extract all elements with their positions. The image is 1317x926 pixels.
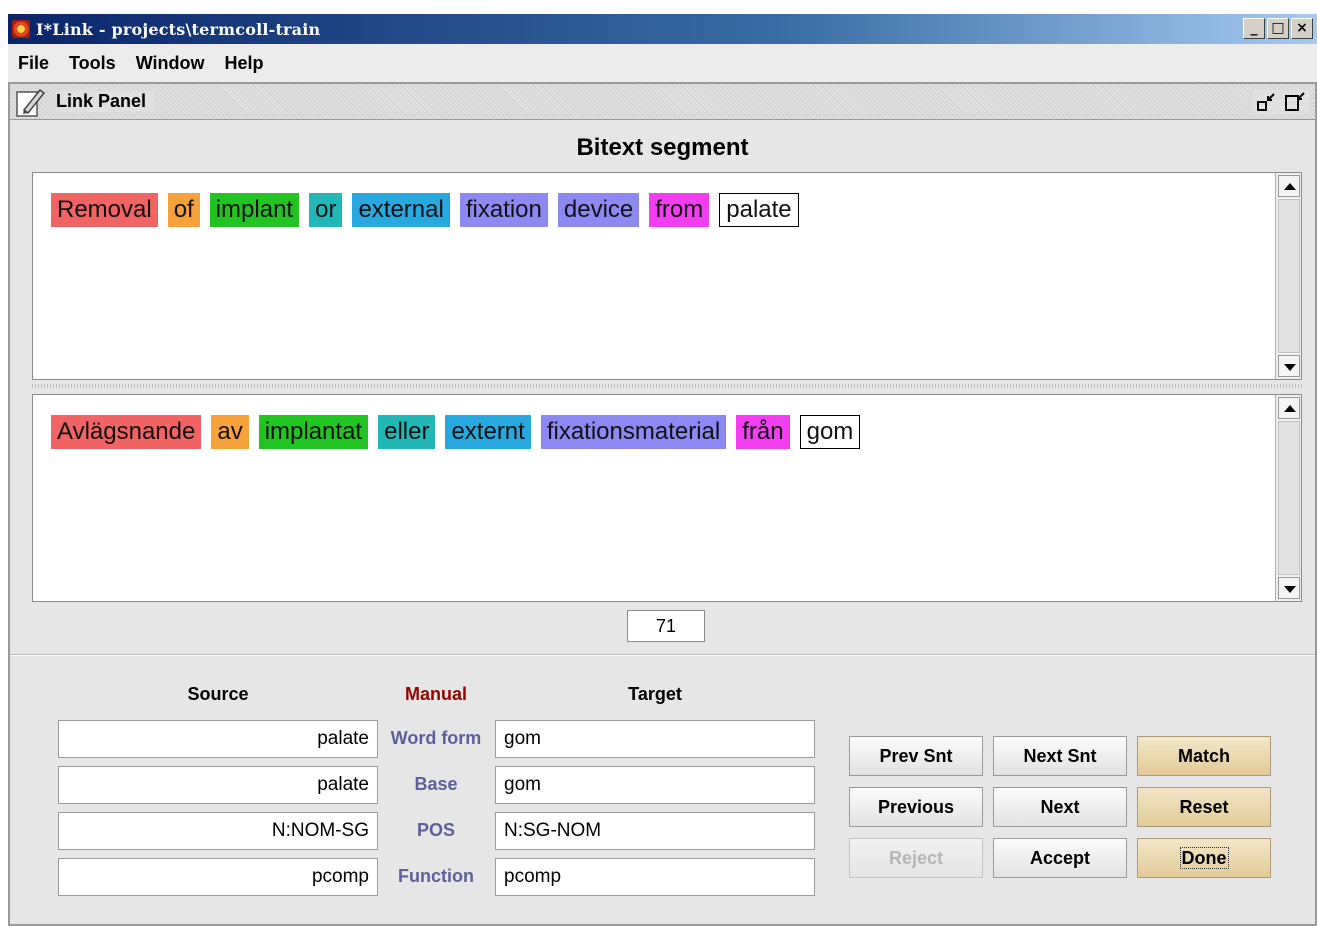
done-label: Done (1179, 847, 1229, 869)
target-word-form-field[interactable]: gom (495, 720, 815, 758)
app-icon (12, 20, 30, 38)
split-divider[interactable] (32, 384, 1302, 388)
target-function-field[interactable]: pcomp (495, 858, 815, 896)
window-controls: _ □ × (1243, 18, 1313, 39)
menu-tools[interactable]: Tools (69, 53, 116, 74)
source-token[interactable]: device (557, 193, 640, 227)
reset-button[interactable]: Reset (1137, 787, 1271, 827)
scroll-up-icon[interactable] (1278, 397, 1300, 419)
scroll-down-icon[interactable] (1278, 577, 1300, 599)
target-tokens: Avlägsnande av implantat eller externt fixati… (51, 415, 861, 449)
scroll-track[interactable] (1278, 199, 1300, 353)
link-panel-frame: Link Panel Bitext segment Removal of impla… (8, 82, 1317, 926)
scroll-track[interactable] (1278, 421, 1300, 575)
iconify-icon[interactable] (1257, 92, 1277, 112)
base-label: Base (414, 774, 458, 794)
dock-icon[interactable] (1285, 91, 1305, 112)
link-panel-title: Link Panel (56, 91, 155, 112)
source-word-form-field[interactable]: palate (58, 720, 378, 758)
source-scrollbar[interactable] (1275, 173, 1301, 379)
scroll-down-icon[interactable] (1278, 355, 1300, 377)
target-scrollbar[interactable] (1275, 395, 1301, 601)
pos-label: POS (416, 820, 455, 840)
target-pos-field[interactable]: N:SG-NOM (495, 812, 815, 850)
source-token[interactable]: implant (209, 193, 300, 227)
source-function-field[interactable]: pcomp (58, 858, 378, 896)
target-token[interactable]: externt (445, 415, 531, 449)
done-button[interactable]: Done (1137, 838, 1271, 878)
target-token[interactable]: Avlägsnande (51, 415, 202, 449)
accept-button[interactable]: Accept (993, 838, 1127, 878)
menu-file[interactable]: File (18, 53, 49, 74)
prev-snt-button[interactable]: Prev Snt (849, 736, 983, 776)
target-header: Target (628, 684, 682, 704)
section-divider (10, 654, 1315, 656)
source-token[interactable]: of (167, 193, 200, 227)
target-text-area[interactable]: Avlägsnande av implantat eller externt fixati… (32, 394, 1302, 602)
window-title: I*Link - projects\termcoll-train (36, 19, 321, 39)
menu-window[interactable]: Window (136, 53, 205, 74)
target-base-field[interactable]: gom (495, 766, 815, 804)
source-token[interactable]: palate (719, 193, 799, 227)
source-pos-field[interactable]: N:NOM-SG (58, 812, 378, 850)
target-token[interactable]: av (211, 415, 249, 449)
source-text-area[interactable]: Removal of implant or external fixation device… (32, 172, 1302, 380)
target-token[interactable]: från (736, 415, 790, 449)
next-snt-button[interactable]: Next Snt (993, 736, 1127, 776)
previous-button[interactable]: Previous (849, 787, 983, 827)
source-base-field[interactable]: palate (58, 766, 378, 804)
maximize-button[interactable]: □ (1267, 18, 1289, 39)
menu-help[interactable]: Help (225, 53, 264, 74)
match-button[interactable]: Match (1137, 736, 1271, 776)
scroll-up-icon[interactable] (1278, 175, 1300, 197)
link-panel-header[interactable]: Link Panel (10, 84, 1315, 120)
pencil-notepad-icon (14, 86, 48, 118)
close-button[interactable]: × (1291, 18, 1313, 39)
next-button[interactable]: Next (993, 787, 1127, 827)
reject-button[interactable]: Reject (849, 838, 983, 878)
manual-header: Manual (404, 684, 467, 704)
source-tokens: Removal of implant or external fixation device… (51, 193, 799, 227)
title-bar: I*Link - projects\termcoll-train _ □ × (8, 14, 1317, 44)
word-form-label: Word form (390, 728, 482, 748)
target-token[interactable]: gom (799, 415, 861, 449)
bitext-heading: Bitext segment (576, 134, 749, 161)
source-token[interactable]: fixation (459, 193, 548, 227)
target-token[interactable]: implantat (258, 415, 369, 449)
source-token[interactable]: or (309, 193, 343, 227)
source-header: Source (187, 684, 249, 704)
target-token[interactable]: eller (378, 415, 436, 449)
function-label: Function (398, 866, 474, 886)
segment-number-field[interactable]: 71 (627, 610, 705, 642)
panel-controls (1253, 89, 1309, 114)
source-token[interactable]: external (352, 193, 450, 227)
target-token[interactable]: fixationsmaterial (540, 415, 727, 449)
minimize-button[interactable]: _ (1243, 18, 1265, 39)
menu-bar: File Tools Window Help (8, 44, 1317, 82)
source-token[interactable]: from (649, 193, 710, 227)
source-token[interactable]: Removal (51, 193, 158, 227)
